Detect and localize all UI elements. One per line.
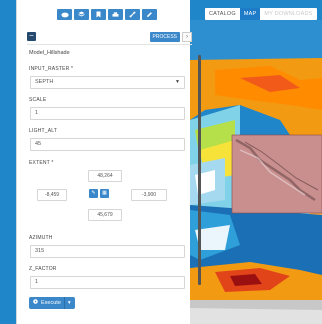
chevron-right-icon[interactable]: › bbox=[182, 32, 192, 42]
map-extent-icon[interactable]: ▦ bbox=[100, 189, 109, 198]
draw-extent-icon[interactable]: ✎ bbox=[89, 189, 98, 198]
execute-icon bbox=[33, 297, 38, 309]
tab-my-downloads[interactable]: MY DOWNLOADS bbox=[260, 8, 316, 20]
divider bbox=[27, 44, 192, 45]
process-button[interactable]: PROCESS bbox=[149, 32, 180, 42]
execute-button[interactable]: Execute ▾ bbox=[29, 297, 75, 309]
tab-map[interactable]: MAP bbox=[239, 8, 261, 20]
collapse-button[interactable]: − bbox=[27, 32, 36, 41]
edit-icon[interactable] bbox=[142, 9, 157, 20]
extent-east-input[interactable]: -3,900 bbox=[131, 189, 167, 201]
extent-south-input[interactable]: 45,679 bbox=[88, 209, 122, 221]
caret-down-icon: ▼ bbox=[175, 79, 180, 85]
z-factor-input[interactable]: 1 bbox=[30, 276, 185, 289]
view-icon[interactable] bbox=[57, 9, 72, 20]
execute-dropdown-icon[interactable]: ▾ bbox=[63, 297, 71, 309]
light-alt-input[interactable]: 45 bbox=[30, 138, 185, 151]
azimuth-input[interactable]: 315 bbox=[30, 245, 185, 258]
input-raster-label: INPUT_RASTER * bbox=[29, 66, 74, 72]
scale-label: SCALE bbox=[29, 97, 47, 103]
print-icon[interactable] bbox=[108, 9, 123, 20]
z-factor-label: Z_FACTOR bbox=[29, 266, 57, 272]
input-raster-value: SEPTH bbox=[35, 79, 54, 85]
azimuth-label: AZIMUTH bbox=[29, 235, 53, 241]
panel-scrollbar[interactable] bbox=[198, 55, 201, 285]
process-header: − PROCESS › bbox=[27, 32, 194, 43]
input-raster-select[interactable]: SEPTH ▼ bbox=[30, 76, 185, 89]
view-tabs: CATALOG MAP MY DOWNLOADS bbox=[205, 8, 317, 20]
scale-input[interactable]: 1 bbox=[30, 107, 185, 120]
extent-west-input[interactable]: -8,459 bbox=[37, 189, 67, 201]
model-title: Model_Hillshade bbox=[29, 50, 70, 56]
light-alt-label: LIGHT_ALT bbox=[29, 128, 58, 134]
execute-label: Execute bbox=[41, 300, 61, 306]
layers-icon[interactable] bbox=[74, 9, 89, 20]
extent-north-input[interactable]: 48,264 bbox=[88, 170, 122, 182]
processing-panel: − PROCESS › Model_Hillshade INPUT_RASTER… bbox=[16, 0, 201, 324]
link-icon[interactable] bbox=[125, 9, 140, 20]
bookmark-icon[interactable] bbox=[91, 9, 106, 20]
panel-toolbar bbox=[57, 9, 157, 20]
extent-label: EXTENT * bbox=[29, 160, 54, 166]
tab-catalog[interactable]: CATALOG bbox=[205, 8, 240, 20]
